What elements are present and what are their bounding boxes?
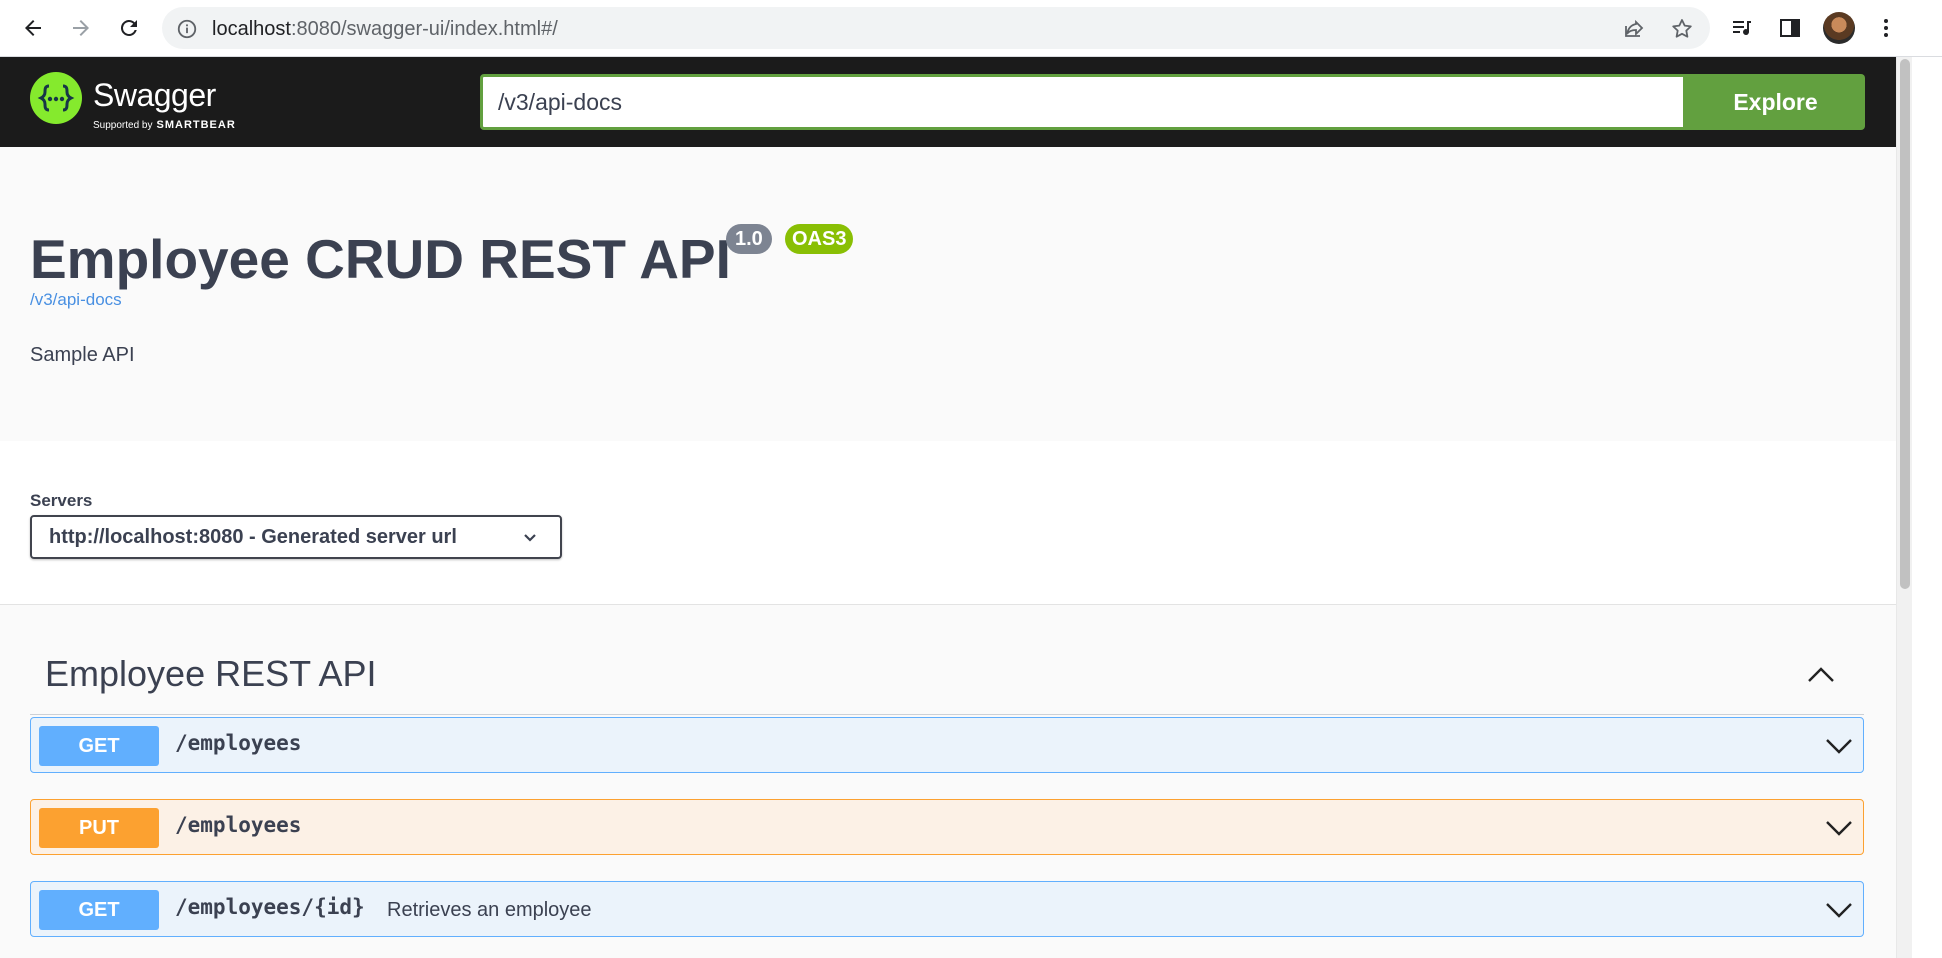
page-title: Employee CRUD REST API: [30, 228, 731, 290]
spec-url-input[interactable]: /v3/api-docs: [480, 74, 1686, 130]
servers-selected-value: http://localhost:8080 - Generated server…: [49, 526, 457, 548]
method-badge: GET: [39, 890, 159, 930]
page-scrollbar[interactable]: [1896, 57, 1913, 958]
api-docs-link[interactable]: /v3/api-docs: [30, 290, 122, 310]
site-info-icon[interactable]: [176, 18, 198, 45]
chevron-down-icon[interactable]: [1825, 815, 1853, 839]
address-bar[interactable]: localhost:8080/swagger-ui/index.html#/: [162, 7, 1710, 49]
method-badge: GET: [39, 726, 159, 766]
swagger-logo-icon[interactable]: [30, 72, 82, 129]
servers-label: Servers: [30, 491, 93, 510]
api-info: Employee CRUD REST API 1.0 OAS3 /v3/api-…: [0, 147, 1896, 441]
scrollbar-thumb[interactable]: [1900, 59, 1910, 589]
version-badge: 1.0: [726, 224, 772, 254]
tag-header[interactable]: Employee REST API: [30, 638, 1864, 715]
operation-get-employee-by-id[interactable]: GET /employees/{id} Retrieves an employe…: [30, 881, 1864, 937]
chevron-down-icon[interactable]: [1825, 733, 1853, 757]
bookmark-star-icon[interactable]: [1670, 17, 1694, 46]
media-queue-icon[interactable]: [1726, 12, 1758, 44]
operations-section: Employee REST API GET /employees PUT /em…: [0, 605, 1896, 958]
browser-toolbar: localhost:8080/swagger-ui/index.html#/: [0, 0, 1942, 57]
reload-button[interactable]: [113, 12, 145, 44]
chevron-up-icon[interactable]: [1806, 660, 1836, 690]
swagger-topbar: Swagger Supported by SMARTBEAR /v3/api-do…: [0, 57, 1896, 147]
api-description: Sample API: [30, 344, 135, 366]
oas-badge: OAS3: [785, 224, 854, 254]
operation-get-employees[interactable]: GET /employees: [30, 717, 1864, 773]
operation-summary: Retrieves an employee: [387, 899, 592, 921]
operation-put-employees[interactable]: PUT /employees: [30, 799, 1864, 855]
browser-menu-icon[interactable]: [1870, 12, 1902, 44]
window-edge: [1912, 57, 1942, 958]
servers-select[interactable]: http://localhost:8080 - Generated server…: [30, 515, 562, 559]
method-badge: PUT: [39, 808, 159, 848]
swagger-logo-text: Swagger: [93, 77, 216, 113]
swagger-logo-subtitle: Supported by SMARTBEAR: [93, 119, 236, 131]
forward-button[interactable]: [65, 12, 97, 44]
arrow-right-icon: [73, 20, 89, 36]
arrow-left-icon: [25, 20, 41, 36]
explore-button[interactable]: Explore: [1686, 74, 1865, 130]
side-panel-icon[interactable]: [1774, 12, 1806, 44]
profile-avatar[interactable]: [1823, 12, 1855, 44]
operation-path: /employees/{id}: [175, 895, 365, 919]
reload-icon: [120, 19, 137, 36]
tag-title: Employee REST API: [45, 653, 377, 694]
share-icon[interactable]: [1622, 17, 1646, 46]
servers-section: Servers http://localhost:8080 - Generate…: [0, 441, 1896, 605]
operation-path: /employees: [175, 813, 302, 837]
chevron-down-icon: [524, 534, 536, 542]
chevron-down-icon[interactable]: [1825, 897, 1853, 921]
address-url: localhost:8080/swagger-ui/index.html#/: [212, 18, 558, 40]
back-button[interactable]: [17, 12, 49, 44]
operation-path: /employees: [175, 731, 302, 755]
